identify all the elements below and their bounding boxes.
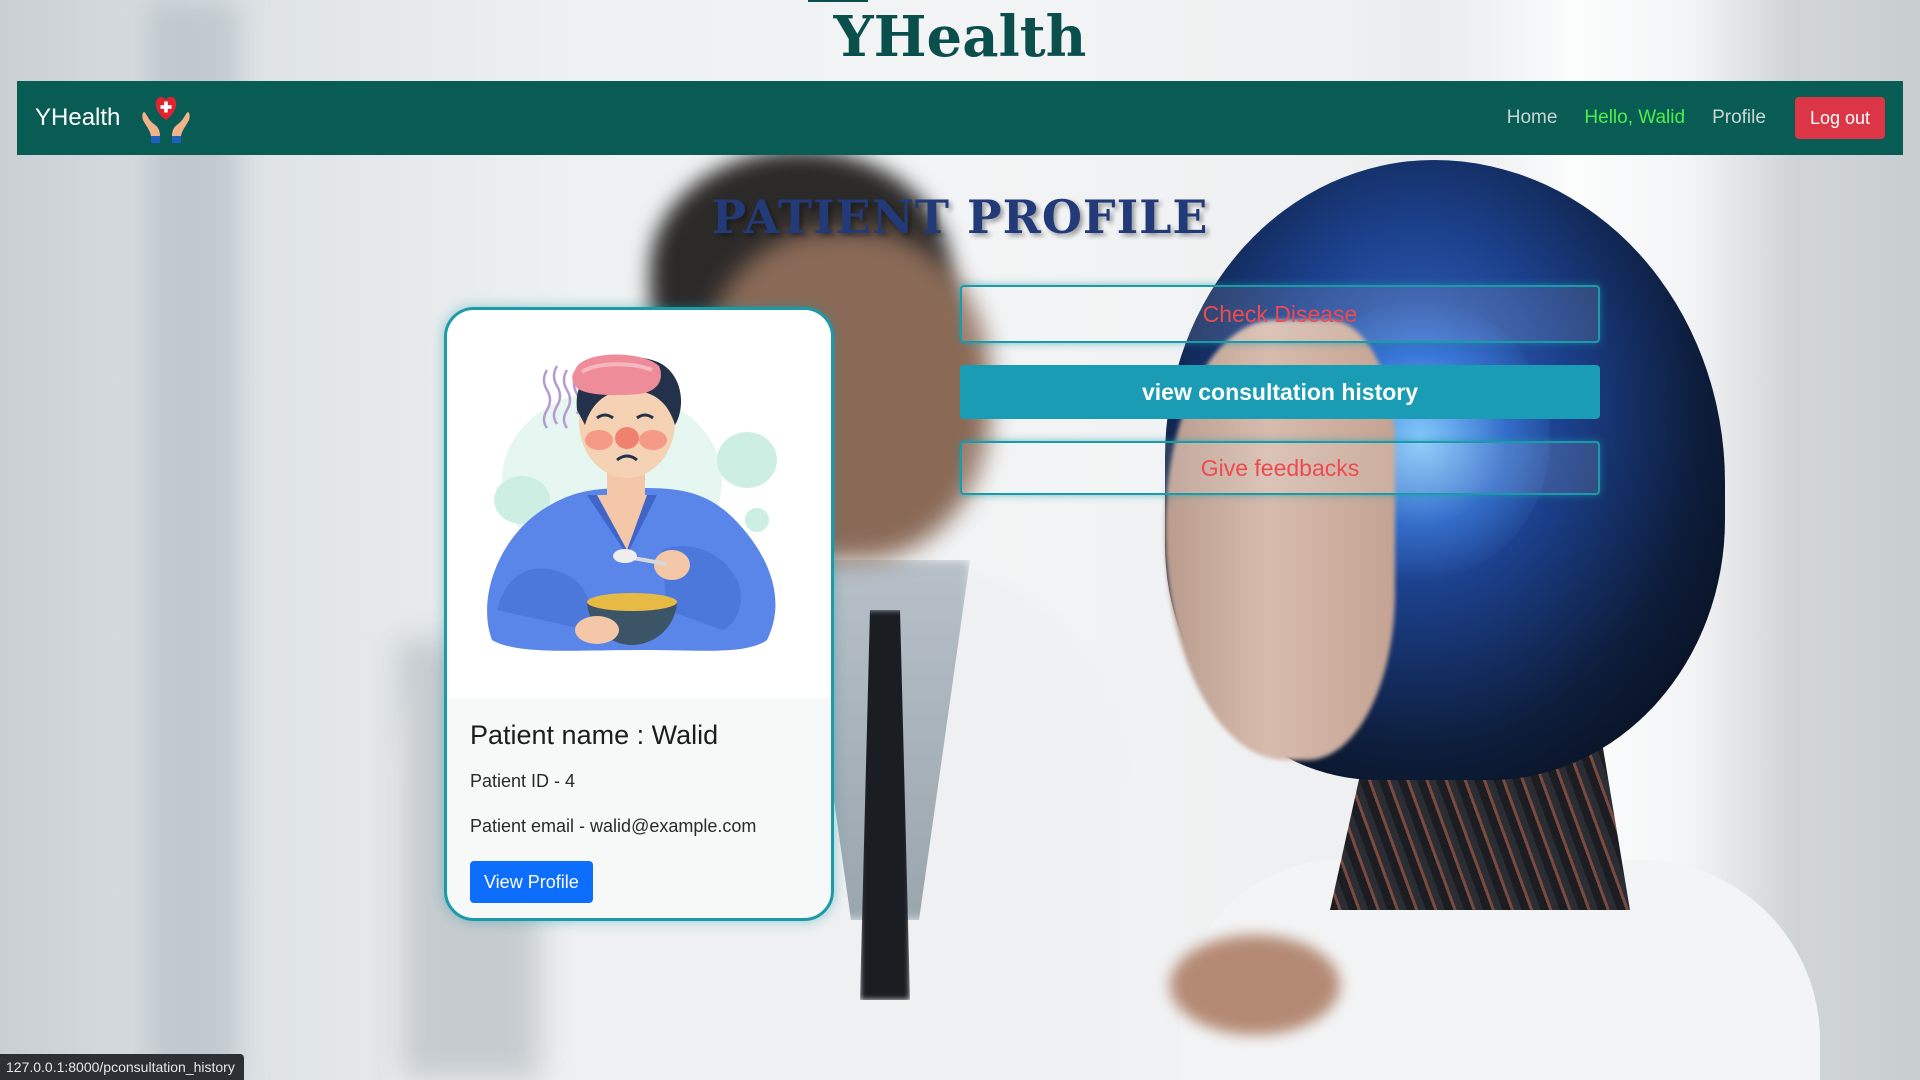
- navbar-brand[interactable]: YHealth: [35, 104, 120, 132]
- page-heading: PATIENT PROFILE: [711, 190, 1209, 244]
- patient-id: Patient ID - 4: [470, 771, 576, 791]
- view-profile-button[interactable]: View Profile: [470, 861, 593, 903]
- background-pillar: [150, 0, 240, 1080]
- navbar: YHealth Home Hello, Walid Profile Log ou…: [17, 81, 1903, 155]
- check-disease-button[interactable]: Check Disease: [960, 285, 1600, 343]
- status-bar-url: 127.0.0.1:8000/pconsultation_history: [0, 1054, 244, 1080]
- patient-card-body: Patient name : Walid Patient ID - 4 Pati…: [447, 698, 831, 918]
- patient-email: Patient email - walid@example.com: [470, 816, 757, 836]
- sick-patient-illustration-svg: [487, 354, 777, 651]
- background-doctor-hand: [1170, 935, 1340, 1035]
- nav-home-link[interactable]: Home: [1507, 107, 1558, 129]
- consultation-history-button[interactable]: view consultation history: [960, 365, 1600, 419]
- hands-heart-icon: [142, 96, 191, 143]
- patient-card: Patient name : Walid Patient ID - 4 Pati…: [444, 307, 834, 921]
- nav-profile-link[interactable]: Profile: [1712, 107, 1766, 129]
- sick-patient-illustration: [447, 310, 831, 698]
- navbar-links: Home Hello, Walid Profile Log out: [1480, 97, 1885, 139]
- logout-button[interactable]: Log out: [1794, 97, 1885, 139]
- nav-greeting: Hello, Walid: [1584, 107, 1686, 128]
- background-photo: [0, 0, 1920, 1080]
- patient-name: Patient name : Walid: [470, 720, 719, 750]
- give-feedback-button[interactable]: Give feedbacks: [960, 441, 1600, 495]
- site-title: YHealth: [833, 4, 1087, 70]
